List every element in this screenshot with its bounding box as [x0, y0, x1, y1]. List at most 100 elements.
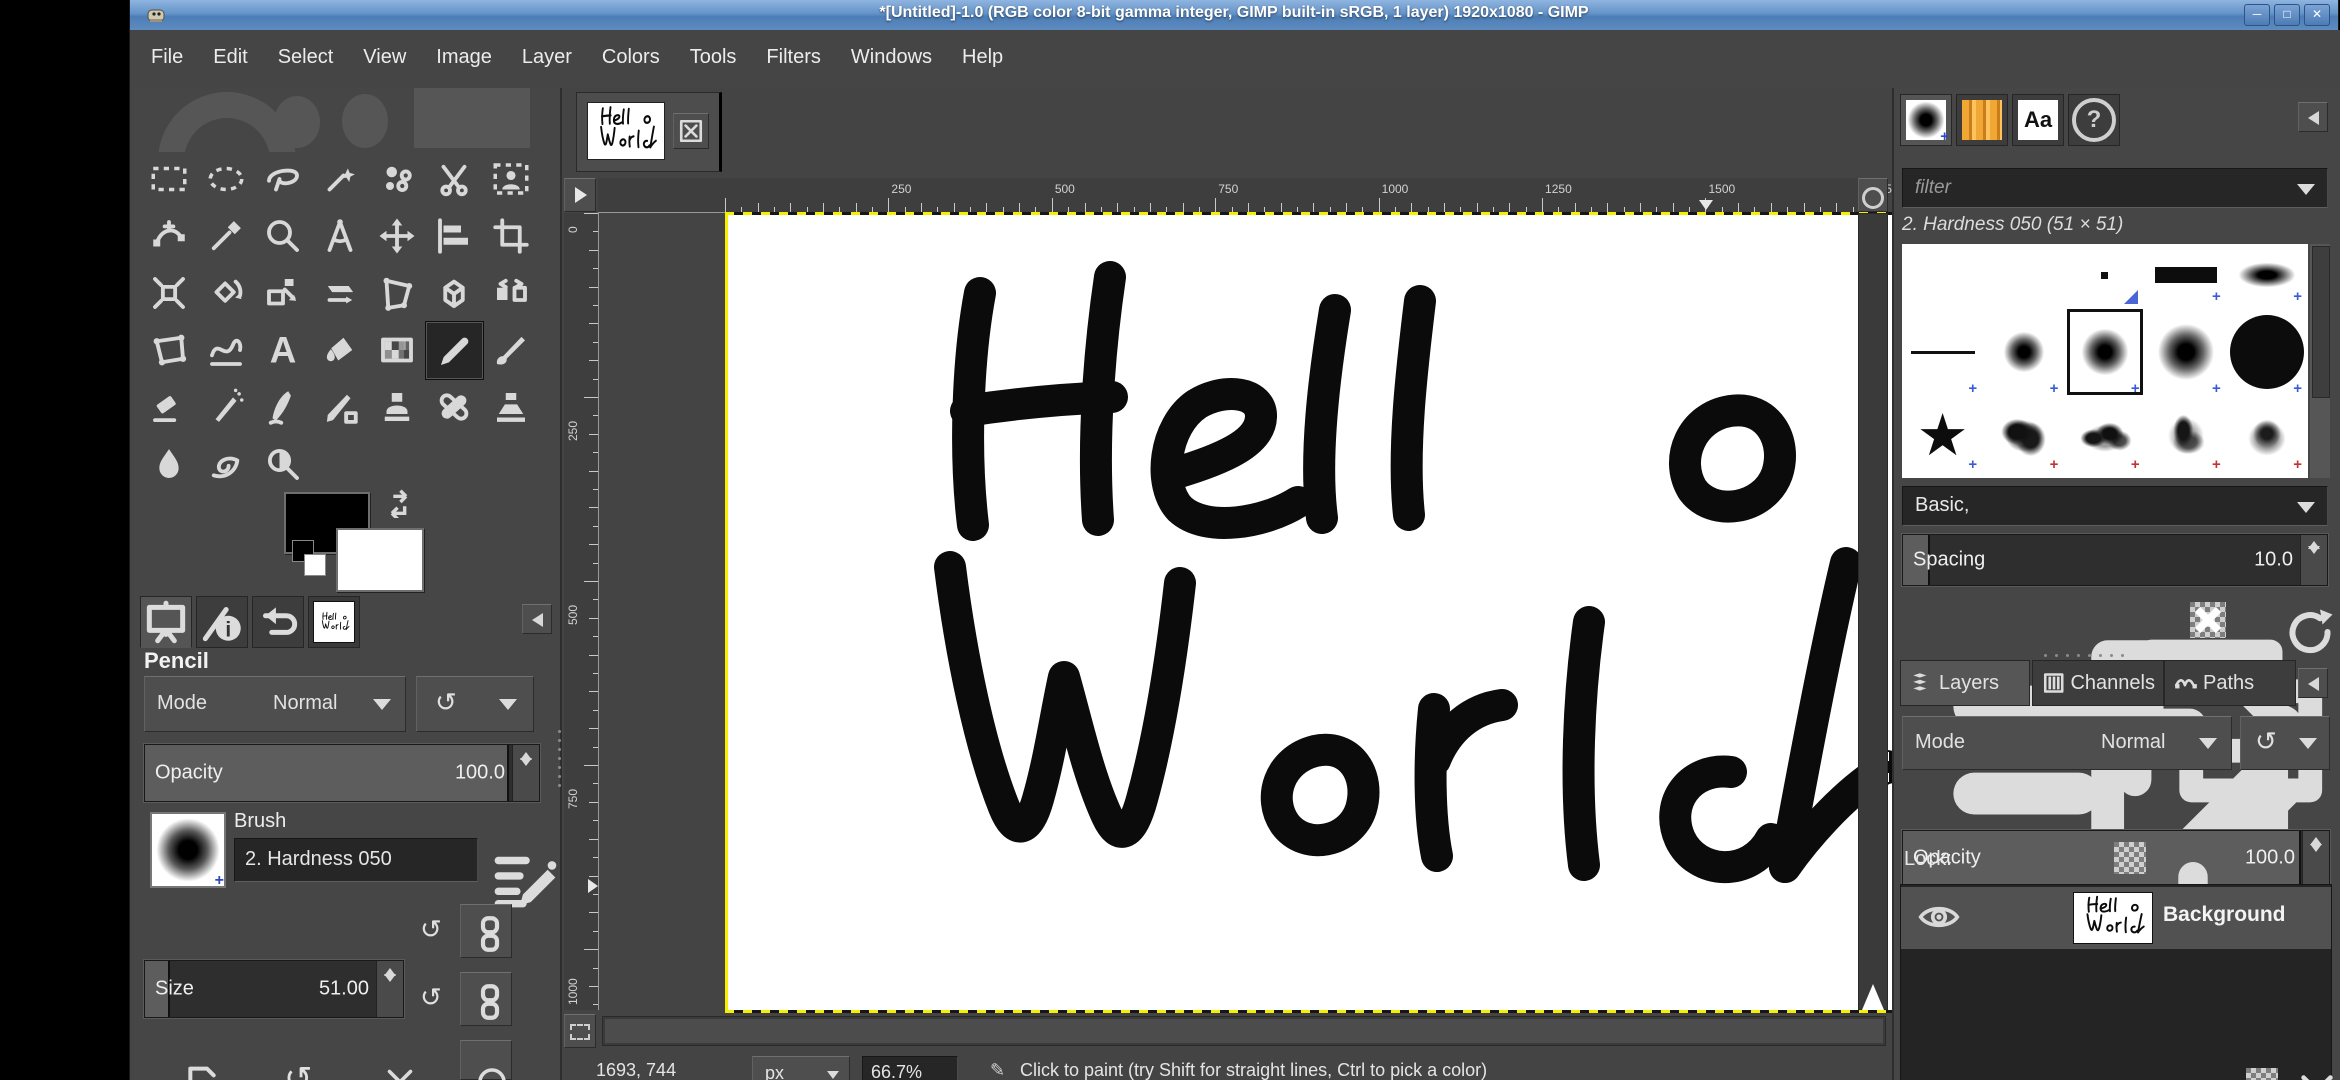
spacing-spinner[interactable]: [2300, 535, 2327, 585]
brush-item-splat1[interactable]: +: [1983, 398, 2064, 474]
tool-color-picker[interactable]: [197, 207, 254, 264]
tool-flip[interactable]: [482, 264, 539, 321]
menu-windows[interactable]: Windows: [836, 30, 947, 69]
zoom-entry[interactable]: 66.7%: [862, 1056, 958, 1080]
tool-scale[interactable]: [254, 264, 311, 321]
menu-tools[interactable]: Tools: [675, 30, 752, 69]
swap-colors-icon[interactable]: [382, 486, 416, 518]
tab-tool-options[interactable]: [140, 596, 192, 648]
tool-rotate[interactable]: [197, 264, 254, 321]
tab-brushes[interactable]: +: [1900, 94, 1952, 146]
paint-mode-dropdown[interactable]: Mode Normal: [144, 676, 406, 732]
tool-scissors-select[interactable]: [425, 150, 482, 207]
v-ruler[interactable]: 02505007501000: [564, 213, 599, 1010]
tool-align[interactable]: [425, 207, 482, 264]
tab-paths[interactable]: Paths: [2164, 660, 2296, 706]
title-bar[interactable]: *[Untitled]-1.0 (RGB color 8-bit gamma i…: [130, 0, 2338, 31]
tab-document-history[interactable]: ?: [2068, 94, 2120, 146]
tool-text[interactable]: A: [254, 321, 311, 378]
aspect-reset-icon[interactable]: ↺: [420, 984, 442, 1010]
brush-group-dropdown[interactable]: Basic,: [1902, 486, 2328, 526]
brush-thumbnail[interactable]: +: [150, 812, 226, 888]
save-preset-icon[interactable]: [182, 1062, 222, 1080]
menu-image[interactable]: Image: [421, 30, 507, 69]
menu-layer[interactable]: Layer: [507, 30, 587, 69]
brush-item-sparse[interactable]: [2227, 474, 2308, 478]
refresh-brushes-icon[interactable]: [2280, 602, 2340, 662]
tab-image-thumbnail[interactable]: [308, 596, 360, 648]
scroll-up-arrow-icon[interactable]: [1862, 984, 1884, 1010]
menu-file[interactable]: File: [136, 30, 198, 69]
canvas-menu-button[interactable]: [564, 178, 596, 212]
tab-device-status[interactable]: i: [196, 596, 248, 648]
tool-mypaint-brush[interactable]: [311, 378, 368, 435]
brush-name-field[interactable]: 2. Hardness 050: [234, 838, 478, 882]
spacing-slider[interactable]: Spacing 10.0: [1902, 534, 2328, 586]
layer-mode-dropdown[interactable]: Mode Normal: [1902, 716, 2232, 770]
restore-preset-icon[interactable]: ↺: [284, 1062, 313, 1080]
opacity-spinner[interactable]: [512, 745, 539, 801]
brush-item-specks[interactable]: [2146, 474, 2227, 478]
h-scrollbar[interactable]: [602, 1016, 1886, 1046]
panel-splitter[interactable]: [2044, 654, 2124, 657]
brush-item-splat5[interactable]: [1902, 474, 1983, 478]
tool-paths[interactable]: [140, 207, 197, 264]
tab-fonts[interactable]: Aa: [2012, 94, 2064, 146]
image-tab[interactable]: [576, 92, 722, 172]
brush-item-soft[interactable]: +: [1983, 306, 2064, 398]
tool-perspective-clone[interactable]: [482, 378, 539, 435]
brush-grid[interactable]: +++++++★+++++: [1902, 244, 2308, 478]
tab-patterns[interactable]: [1956, 94, 2008, 146]
delete-preset-icon[interactable]: [382, 1064, 418, 1080]
visibility-eye-icon[interactable]: [1917, 899, 1961, 935]
layer-mode-reset-button[interactable]: ↺: [2240, 716, 2330, 770]
brush-item-soft-ellipse[interactable]: +: [2227, 244, 2308, 306]
opacity-slider[interactable]: Opacity 100.0: [144, 744, 540, 802]
brush-item-line[interactable]: +: [1902, 306, 1983, 398]
menu-select[interactable]: Select: [263, 30, 349, 69]
unit-dropdown[interactable]: px: [752, 1056, 850, 1080]
background-color-swatch[interactable]: [336, 528, 424, 592]
aspect-link-button[interactable]: [460, 972, 512, 1026]
brush-item-circle[interactable]: +: [2227, 306, 2308, 398]
size-link-button[interactable]: [460, 904, 512, 958]
tool-shear[interactable]: [311, 264, 368, 321]
tool-dodge-burn[interactable]: [254, 435, 311, 492]
close-button[interactable]: ✕: [2304, 4, 2330, 26]
tool-heal[interactable]: [425, 378, 482, 435]
tool-cage-transform[interactable]: [140, 321, 197, 378]
default-colors-icon-bg[interactable]: [304, 554, 326, 576]
tool-warp-transform[interactable]: [197, 321, 254, 378]
tool-handle-transform[interactable]: [425, 264, 482, 321]
maximize-button[interactable]: □: [2274, 4, 2300, 26]
tool-perspective[interactable]: [368, 264, 425, 321]
collapse-layers-dock-button[interactable]: [2298, 668, 2328, 698]
tool-ink[interactable]: [254, 378, 311, 435]
tool-gradient[interactable]: [368, 321, 425, 378]
canvas[interactable]: [728, 215, 1983, 1010]
brush-item-chalk[interactable]: [1983, 474, 2064, 478]
tool-foreground-select[interactable]: [482, 150, 539, 207]
layer-row-background[interactable]: Background: [1901, 887, 2331, 949]
menu-view[interactable]: View: [348, 30, 421, 69]
menu-edit[interactable]: Edit: [198, 30, 262, 69]
tool-unified-transform[interactable]: [140, 264, 197, 321]
delete-brush-icon[interactable]: [2190, 602, 2226, 638]
tool-move[interactable]: [368, 207, 425, 264]
brush-grid-scrollbar[interactable]: [2310, 244, 2330, 478]
brush-item-soft[interactable]: +: [2064, 306, 2145, 398]
brush-item-splat2[interactable]: +: [2064, 398, 2145, 474]
tool-free-select[interactable]: [254, 150, 311, 207]
brush-item-star[interactable]: ★+: [1902, 398, 1983, 474]
tool-paintbrush[interactable]: [482, 321, 539, 378]
brush-item-soft[interactable]: +: [2146, 306, 2227, 398]
size-spinner[interactable]: [376, 961, 403, 1017]
tab-channels[interactable]: Channels: [2032, 660, 2164, 706]
dock-splitter[interactable]: [558, 730, 561, 787]
tool-clone[interactable]: [368, 378, 425, 435]
tool-pencil[interactable]: [425, 321, 484, 380]
tool-rectangle-select[interactable]: [140, 150, 197, 207]
size-reset-icon[interactable]: ↺: [420, 916, 442, 942]
brush-item-splat3[interactable]: +: [2146, 398, 2227, 474]
menu-help[interactable]: Help: [947, 30, 1018, 69]
